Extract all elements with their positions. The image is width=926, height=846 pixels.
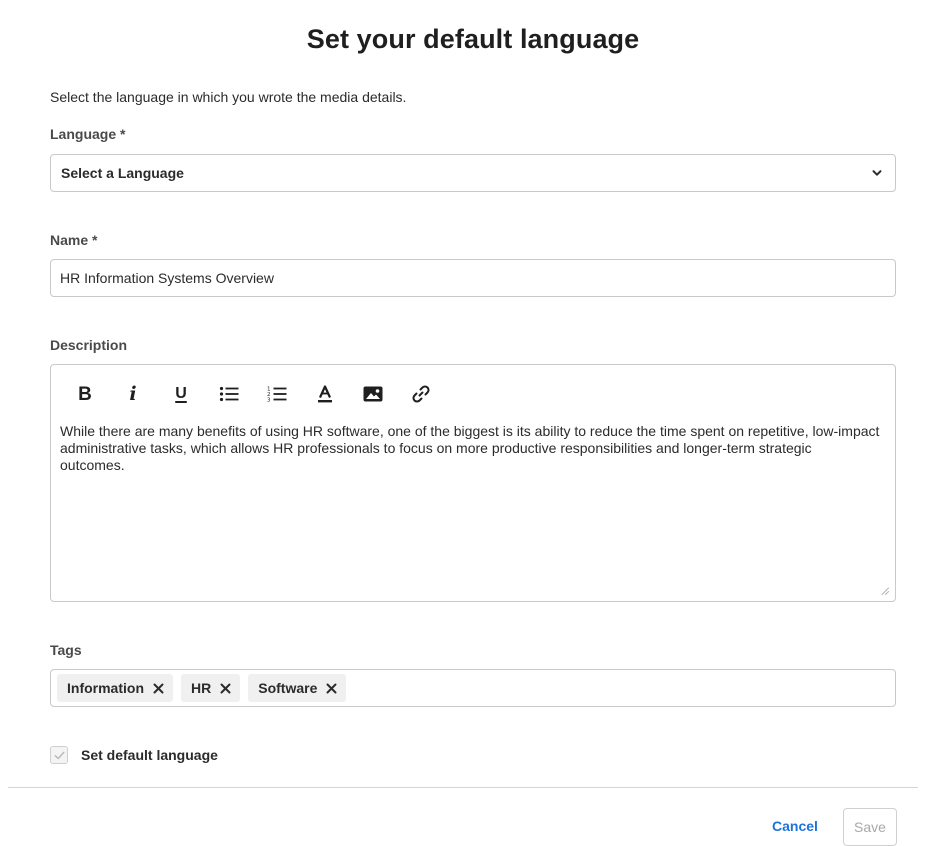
name-input[interactable] [51,260,895,296]
tag-chip: HR [181,674,241,702]
bold-icon: B [78,383,92,405]
tag-chip: Software [248,674,347,702]
default-language-checkbox[interactable] [50,746,68,764]
resize-handle-icon[interactable] [881,587,889,595]
numbered-list-button[interactable]: 1 2 3 [253,379,301,409]
language-select[interactable]: Select a Language [50,154,896,192]
save-button[interactable]: Save [843,808,897,846]
bullet-list-button[interactable] [205,379,253,409]
link-icon [412,385,430,403]
bullet-list-icon [219,386,239,402]
tags-label: Tags [50,642,82,658]
italic-button[interactable]: i [109,379,157,409]
editor-toolbar: B i U 1 2 3 [61,379,445,409]
description-text[interactable]: While there are many benefits of using H… [60,423,880,474]
underline-icon: U [175,385,187,402]
image-icon [363,386,383,402]
dialog-title: Set your default language [306,24,640,54]
insert-image-button[interactable] [349,379,397,409]
checkmark-icon [54,751,64,759]
svg-text:3: 3 [267,398,271,404]
cancel-button[interactable]: Cancel [772,818,818,834]
language-select-value: Select a Language [61,165,184,181]
close-icon[interactable] [220,683,231,694]
underline-button[interactable]: U [157,379,205,409]
numbered-list-icon: 1 2 3 [267,387,287,404]
chevron-down-icon [872,170,882,176]
close-icon[interactable] [326,683,337,694]
dialog-intro-text: Select the language in which you wrote t… [50,89,407,105]
insert-link-button[interactable] [397,379,445,409]
default-language-label: Set default language [81,747,218,763]
tag-label: Information [67,680,144,696]
text-color-button[interactable] [301,379,349,409]
tag-label: HR [191,680,212,696]
bold-button[interactable]: B [61,379,109,409]
default-language-option: Set default language [50,746,218,764]
description-editor[interactable]: B i U 1 2 3 While there are many benefit… [50,364,896,602]
tag-chip: Information [57,674,173,702]
description-label: Description [50,337,128,353]
language-label: Language * [50,126,126,142]
name-field [50,259,896,297]
italic-icon: i [129,382,137,405]
footer-divider [8,787,918,788]
close-icon[interactable] [153,683,164,694]
text-color-icon [318,385,332,403]
tag-label: Software [258,680,318,696]
set-default-language-dialog: Set your default language Select the lan… [0,0,926,846]
tags-input[interactable]: Information HR Software [50,669,896,707]
name-label: Name * [50,232,98,248]
